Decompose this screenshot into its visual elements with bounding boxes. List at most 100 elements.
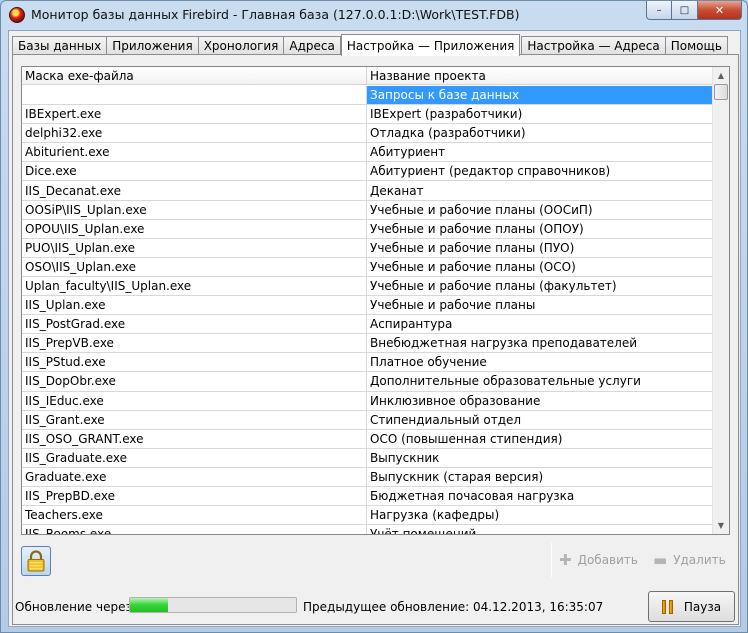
delete-button-label: Удалить <box>673 553 726 567</box>
table-row[interactable]: Запросы к базе данных <box>22 86 714 106</box>
project-name-cell[interactable]: Бюджетная почасовая нагрузка <box>367 486 714 507</box>
app-window: Монитор базы данных Firebird - Главная б… <box>0 0 748 633</box>
close-button[interactable]: ✕ <box>698 1 742 20</box>
project-name-cell[interactable]: Деканат <box>367 181 714 201</box>
project-name-cell[interactable]: Учебные и рабочие планы <box>367 296 714 316</box>
table-row[interactable]: OSO\IIS_Uplan.exe Учебные и рабочие планы… <box>22 257 714 277</box>
exe-mask-cell[interactable]: IIS_PostGrad.exe <box>22 315 367 335</box>
exe-mask-cell[interactable]: IIS_PrepVB.exe <box>22 334 367 354</box>
app-mask-grid[interactable]: Маска exe-файла Название проекта Запросы… <box>21 66 730 535</box>
exe-mask-cell[interactable]: IIS_OSO_GRANT.exe <box>22 429 367 449</box>
exe-mask-cell[interactable] <box>22 86 367 106</box>
exe-mask-cell[interactable]: IIS_Decanat.exe <box>22 181 367 201</box>
table-row[interactable]: Dice.exe Абитуриент (редактор справочнико… <box>22 162 714 182</box>
column-header-exe-mask[interactable]: Маска exe-файла <box>22 67 367 85</box>
tab-2[interactable]: Хронология <box>197 36 285 55</box>
exe-mask-cell[interactable]: OSO\IIS_Uplan.exe <box>22 257 367 277</box>
project-name-cell[interactable]: Учёт помещений <box>367 525 714 534</box>
lock-icon <box>27 550 45 572</box>
project-name-cell[interactable]: Выпускник (старая версия) <box>367 467 714 487</box>
project-name-cell[interactable]: Абитуриент <box>367 143 714 163</box>
exe-mask-cell[interactable]: IIS_Grant.exe <box>22 410 367 430</box>
tab-4[interactable]: Настройка — Приложения <box>340 34 521 56</box>
exe-mask-cell[interactable]: IIS_Uplan.exe <box>22 296 367 316</box>
tab-5[interactable]: Настройка — Адреса <box>521 36 666 55</box>
exe-mask-cell[interactable]: OOSiP\IIS_Uplan.exe <box>22 200 367 220</box>
table-row[interactable]: IIS_Graduate.exe Выпускник <box>22 448 714 468</box>
table-row[interactable]: IIS_Uplan.exe Учебные и рабочие планы <box>22 296 714 316</box>
table-row[interactable]: Graduate.exe Выпускник (старая версия) <box>22 467 714 487</box>
table-row[interactable]: PUO\IIS_Uplan.exe Учебные и рабочие планы… <box>22 238 714 258</box>
project-name-cell[interactable]: Учебные и рабочие планы (ОСО) <box>367 257 714 277</box>
exe-mask-cell[interactable]: Dice.exe <box>22 162 367 182</box>
column-header-project-name[interactable]: Название проекта <box>367 67 714 85</box>
project-name-cell[interactable]: Инклюзивное образование <box>367 391 714 411</box>
project-name-cell[interactable]: Платное обучение <box>367 353 714 373</box>
exe-mask-cell[interactable]: Teachers.exe <box>22 506 367 526</box>
project-name-cell[interactable]: Абитуриент (редактор справочников) <box>367 162 714 182</box>
exe-mask-cell[interactable]: OPOU\IIS_Uplan.exe <box>22 219 367 239</box>
project-name-cell[interactable]: Отладка (разработчики) <box>367 124 714 144</box>
pause-icon <box>661 599 676 614</box>
exe-mask-cell[interactable]: Graduate.exe <box>22 467 367 487</box>
plus-icon: ✚ <box>559 551 572 569</box>
table-row[interactable]: delphi32.exe Отладка (разработчики) <box>22 124 714 144</box>
table-row[interactable]: IIS_PStud.exe Платное обучение <box>22 353 714 373</box>
table-row[interactable]: OOSiP\IIS_Uplan.exe Учебные и рабочие пла… <box>22 200 714 220</box>
firebird-app-icon <box>9 7 25 23</box>
table-row[interactable]: IIS_PrepBD.exe Бюджетная почасовая нагруз… <box>22 486 714 507</box>
project-name-cell[interactable]: Аспирантура <box>367 315 714 335</box>
minimize-button[interactable]: – <box>646 1 672 20</box>
table-row[interactable]: IIS_PostGrad.exe Аспирантура <box>22 315 714 335</box>
pause-button[interactable]: Пауза <box>648 591 735 622</box>
table-row[interactable]: Teachers.exe Нагрузка (кафедры) <box>22 506 714 526</box>
scroll-up-arrow-icon[interactable]: ▲ <box>713 67 729 84</box>
project-name-cell[interactable]: ОСО (повышенная стипендия) <box>367 429 714 449</box>
table-row[interactable]: IIS_OSO_GRANT.exe ОСО (повышенная стипенд… <box>22 429 714 449</box>
table-row[interactable]: Uplan_faculty\IIS_Uplan.exe Учебные и раб… <box>22 276 714 297</box>
exe-mask-cell[interactable]: Abiturient.exe <box>22 143 367 163</box>
exe-mask-cell[interactable]: Uplan_faculty\IIS_Uplan.exe <box>22 276 367 297</box>
table-row[interactable]: IIS_DopObr.exe Дополнительные образовател… <box>22 372 714 392</box>
table-row[interactable]: OPOU\IIS_Uplan.exe Учебные и рабочие план… <box>22 219 714 239</box>
exe-mask-cell[interactable]: IIS_PrepBD.exe <box>22 486 367 507</box>
project-name-cell[interactable]: Учебные и рабочие планы (ОПОУ) <box>367 219 714 239</box>
scroll-down-arrow-icon[interactable]: ▼ <box>713 517 729 534</box>
exe-mask-cell[interactable]: IIS_PStud.exe <box>22 353 367 373</box>
exe-mask-cell[interactable]: IIS_Graduate.exe <box>22 448 367 468</box>
add-button[interactable]: ✚ Добавить <box>559 550 638 570</box>
project-name-cell[interactable]: IBExpert (разработчики) <box>367 105 714 125</box>
project-name-cell[interactable]: Запросы к базе данных <box>367 86 714 106</box>
exe-mask-cell[interactable]: IBExpert.exe <box>22 105 367 125</box>
delete-button[interactable]: ▬ Удалить <box>653 550 726 570</box>
table-row[interactable]: IIS_Decanat.exe Деканат <box>22 181 714 201</box>
table-row[interactable]: IIS_PrepVB.exe Внебюджетная нагрузка преп… <box>22 334 714 354</box>
exe-mask-cell[interactable]: IIS_DopObr.exe <box>22 372 367 392</box>
exe-mask-cell[interactable]: PUO\IIS_Uplan.exe <box>22 238 367 258</box>
exe-mask-cell[interactable]: delphi32.exe <box>22 124 367 144</box>
table-row[interactable]: IBExpert.exe IBExpert (разработчики) <box>22 105 714 125</box>
scroll-thumb[interactable] <box>714 84 728 100</box>
tab-0[interactable]: Базы данных <box>12 36 108 55</box>
title-bar[interactable]: Монитор базы данных Firebird - Главная б… <box>1 1 747 29</box>
project-name-cell[interactable]: Внебюджетная нагрузка преподавателей <box>367 334 714 354</box>
table-row[interactable]: IIS_Grant.exe Стипендиальный отдел <box>22 410 714 430</box>
exe-mask-cell[interactable]: IIS_Rooms.exe <box>22 525 367 534</box>
project-name-cell[interactable]: Нагрузка (кафедры) <box>367 506 714 526</box>
table-row[interactable]: IIS_Rooms.exe Учёт помещений <box>22 525 714 534</box>
table-row[interactable]: IIS_IEduc.exe Инклюзивное образование <box>22 391 714 411</box>
tab-6[interactable]: Помощь <box>664 36 728 55</box>
lock-button[interactable] <box>21 546 51 576</box>
table-row[interactable]: Abiturient.exe Абитуриент <box>22 143 714 163</box>
project-name-cell[interactable]: Учебные и рабочие планы (факультет) <box>367 276 714 297</box>
project-name-cell[interactable]: Выпускник <box>367 448 714 468</box>
vertical-scrollbar[interactable]: ▲ ▼ <box>712 67 729 534</box>
exe-mask-cell[interactable]: IIS_IEduc.exe <box>22 391 367 411</box>
tab-3[interactable]: Адреса <box>283 36 341 55</box>
tab-1[interactable]: Приложения <box>106 36 199 55</box>
project-name-cell[interactable]: Стипендиальный отдел <box>367 410 714 430</box>
project-name-cell[interactable]: Учебные и рабочие планы (ПУО) <box>367 238 714 258</box>
project-name-cell[interactable]: Учебные и рабочие планы (ООСиП) <box>367 200 714 220</box>
maximize-button[interactable]: □ <box>672 1 698 20</box>
project-name-cell[interactable]: Дополнительные образовательные услуги <box>367 372 714 392</box>
